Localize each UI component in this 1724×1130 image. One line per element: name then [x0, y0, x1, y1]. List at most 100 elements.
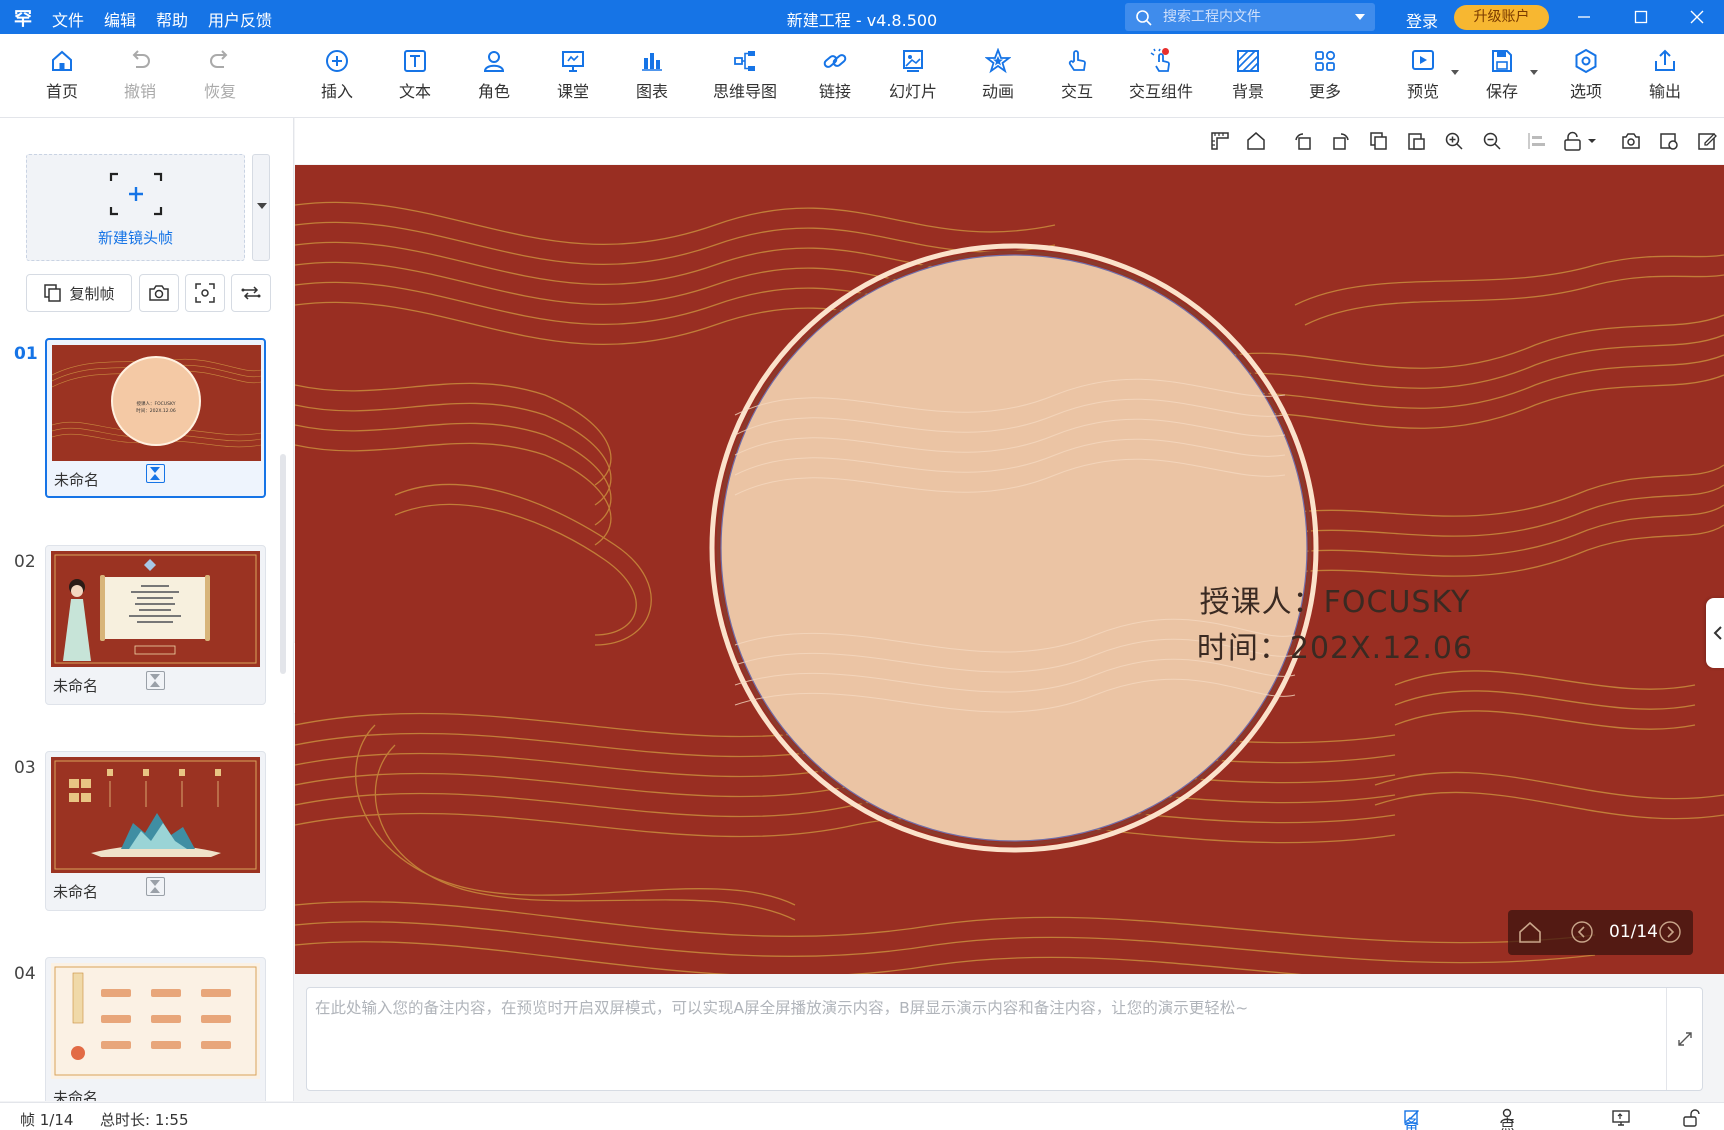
- toolbar-export-button[interactable]: 输出: [1625, 48, 1705, 102]
- unlock-icon[interactable]: [1682, 1109, 1702, 1127]
- reorder-frames-button[interactable]: [231, 274, 271, 312]
- zoom-out-icon[interactable]: [1482, 131, 1502, 151]
- new-frame-dropdown[interactable]: [252, 154, 270, 261]
- login-button[interactable]: 登录: [1406, 8, 1438, 32]
- toolbar-options-label: 选项: [1569, 82, 1602, 101]
- menu-feedback[interactable]: 用户反馈: [208, 7, 272, 31]
- maximize-icon: [1634, 10, 1648, 24]
- frame-number: 03: [14, 758, 36, 778]
- close-button[interactable]: [1673, 0, 1721, 34]
- toolbar-interaction-button[interactable]: 交互: [1037, 48, 1117, 102]
- menu-file[interactable]: 文件: [52, 7, 84, 31]
- toolbar-preview-button[interactable]: 预览: [1383, 48, 1463, 102]
- toolbar-insert-button[interactable]: 插入: [297, 48, 377, 102]
- menu-help[interactable]: 帮助: [156, 7, 188, 31]
- expand-icon: [1677, 1032, 1692, 1046]
- toolbar-more-button[interactable]: 更多: [1285, 48, 1365, 102]
- align-left-icon[interactable]: [1527, 131, 1547, 151]
- save-dropdown-icon[interactable]: [1530, 70, 1538, 75]
- frame-number: 01: [14, 344, 38, 364]
- toolbar-interactive-widget-button[interactable]: 交互组件: [1117, 48, 1205, 102]
- lock-icon[interactable]: [1563, 131, 1597, 151]
- toolbar-character-button[interactable]: 角色: [454, 48, 534, 102]
- save-icon: [1492, 50, 1512, 72]
- copy-icon: [44, 284, 62, 302]
- menu-edit[interactable]: 编辑: [104, 7, 136, 31]
- notification-dot: [1162, 48, 1169, 55]
- transition-icon[interactable]: [146, 877, 165, 896]
- nav-next-icon[interactable]: [1658, 920, 1682, 944]
- search-input[interactable]: [1163, 5, 1343, 29]
- frame-number: 04: [14, 964, 36, 984]
- toolbar-text-label: 文本: [398, 82, 431, 101]
- paste-icon[interactable]: [1406, 131, 1426, 151]
- close-icon: [1690, 10, 1704, 24]
- frame-thumbnail: [51, 757, 260, 873]
- notes-toggle-button[interactable]: 备注: [1404, 1108, 1420, 1130]
- interactive-widget-icon: [1150, 48, 1170, 72]
- frame-name: 未命名: [53, 677, 99, 695]
- toolbar-redo-label: 恢复: [203, 82, 236, 101]
- app-logo: 罕: [14, 9, 32, 30]
- slide-lecturer-text[interactable]: 授课人：FOCUSKY: [995, 577, 1675, 621]
- record-icon[interactable]: [1659, 131, 1679, 151]
- slide-canvas[interactable]: 授课人：FOCUSKY 时间：202X.12.06 01/14: [295, 165, 1724, 974]
- edit-icon[interactable]: [1697, 131, 1717, 151]
- toolbar-home-label: 首页: [45, 82, 78, 101]
- expand-notes-button[interactable]: [1666, 988, 1702, 1090]
- rollcall-button[interactable]: 点名: [1500, 1108, 1516, 1130]
- text-icon: [404, 50, 426, 72]
- toolbar-link-button[interactable]: 链接: [795, 48, 875, 102]
- zoom-in-icon[interactable]: [1444, 131, 1464, 151]
- frame-name: 未命名: [54, 471, 100, 489]
- toolbar-classroom-button[interactable]: 课堂: [533, 48, 613, 102]
- nav-prev-icon[interactable]: [1570, 920, 1594, 944]
- collapse-right-panel-button[interactable]: [1706, 598, 1724, 668]
- toolbar-options-button[interactable]: 选项: [1546, 48, 1626, 102]
- toolbar-animation-button[interactable]: 动画: [958, 48, 1038, 102]
- slide-time-text[interactable]: 时间：202X.12.06: [995, 623, 1675, 667]
- notes-input[interactable]: [315, 996, 1660, 1084]
- nav-home-icon[interactable]: [1518, 921, 1542, 943]
- search-box[interactable]: [1125, 3, 1375, 31]
- slides-icon: [903, 50, 923, 72]
- snapshot-frame-button[interactable]: [139, 274, 179, 312]
- toolbar-slides-button[interactable]: 幻灯片: [873, 48, 953, 102]
- toolbar-home-button[interactable]: 首页: [22, 48, 102, 102]
- options-hexagon-icon: [1575, 48, 1597, 74]
- upgrade-account-button[interactable]: 升级账户: [1454, 5, 1549, 30]
- toolbar-text-button[interactable]: 文本: [375, 48, 455, 102]
- animation-star-icon: [985, 48, 1011, 74]
- frame-card-04[interactable]: 未命名: [45, 957, 266, 1101]
- maximize-button[interactable]: [1617, 0, 1665, 34]
- minimize-button[interactable]: [1560, 0, 1608, 34]
- toolbar-undo-button[interactable]: 撤销: [100, 48, 180, 102]
- toolbar-mindmap-button[interactable]: 思维导图: [703, 48, 787, 102]
- rotate-right-icon[interactable]: [1331, 131, 1351, 151]
- frame-list-scrollbar[interactable]: [280, 454, 286, 674]
- new-frame-button[interactable]: 新建镜头帧: [26, 154, 245, 261]
- background-icon: [1237, 50, 1259, 72]
- home-view-icon[interactable]: [1246, 131, 1266, 151]
- transition-icon[interactable]: [146, 464, 165, 483]
- title-bar: 罕 文件 编辑 帮助 用户反馈 新建工程 - v4.8.500 登录 升级账户: [0, 0, 1724, 34]
- camera-icon: [149, 285, 169, 301]
- toolbar-redo-button[interactable]: 恢复: [180, 48, 260, 102]
- ruler-icon[interactable]: [1210, 131, 1230, 151]
- screenshot-icon[interactable]: [1621, 131, 1641, 151]
- toolbar-save-button[interactable]: 保存: [1462, 48, 1542, 102]
- rotate-left-icon[interactable]: [1293, 131, 1313, 151]
- notes-toggle-label: 备注: [1404, 1116, 1420, 1130]
- toolbar-chart-button[interactable]: 图表: [612, 48, 692, 102]
- preview-dropdown-icon[interactable]: [1451, 70, 1459, 75]
- dual-screen-icon[interactable]: [1612, 1109, 1630, 1127]
- screen-capture-frame-button[interactable]: [185, 274, 225, 312]
- toolbar-background-button[interactable]: 背景: [1208, 48, 1288, 102]
- frame-name: 未命名: [53, 883, 99, 901]
- copy-frame-button[interactable]: 复制帧: [26, 274, 132, 312]
- transition-icon[interactable]: [146, 671, 165, 690]
- search-dropdown-icon[interactable]: [1355, 14, 1365, 20]
- notes-panel: [306, 987, 1703, 1091]
- home-icon: [52, 50, 72, 71]
- copy-object-icon[interactable]: [1369, 131, 1389, 151]
